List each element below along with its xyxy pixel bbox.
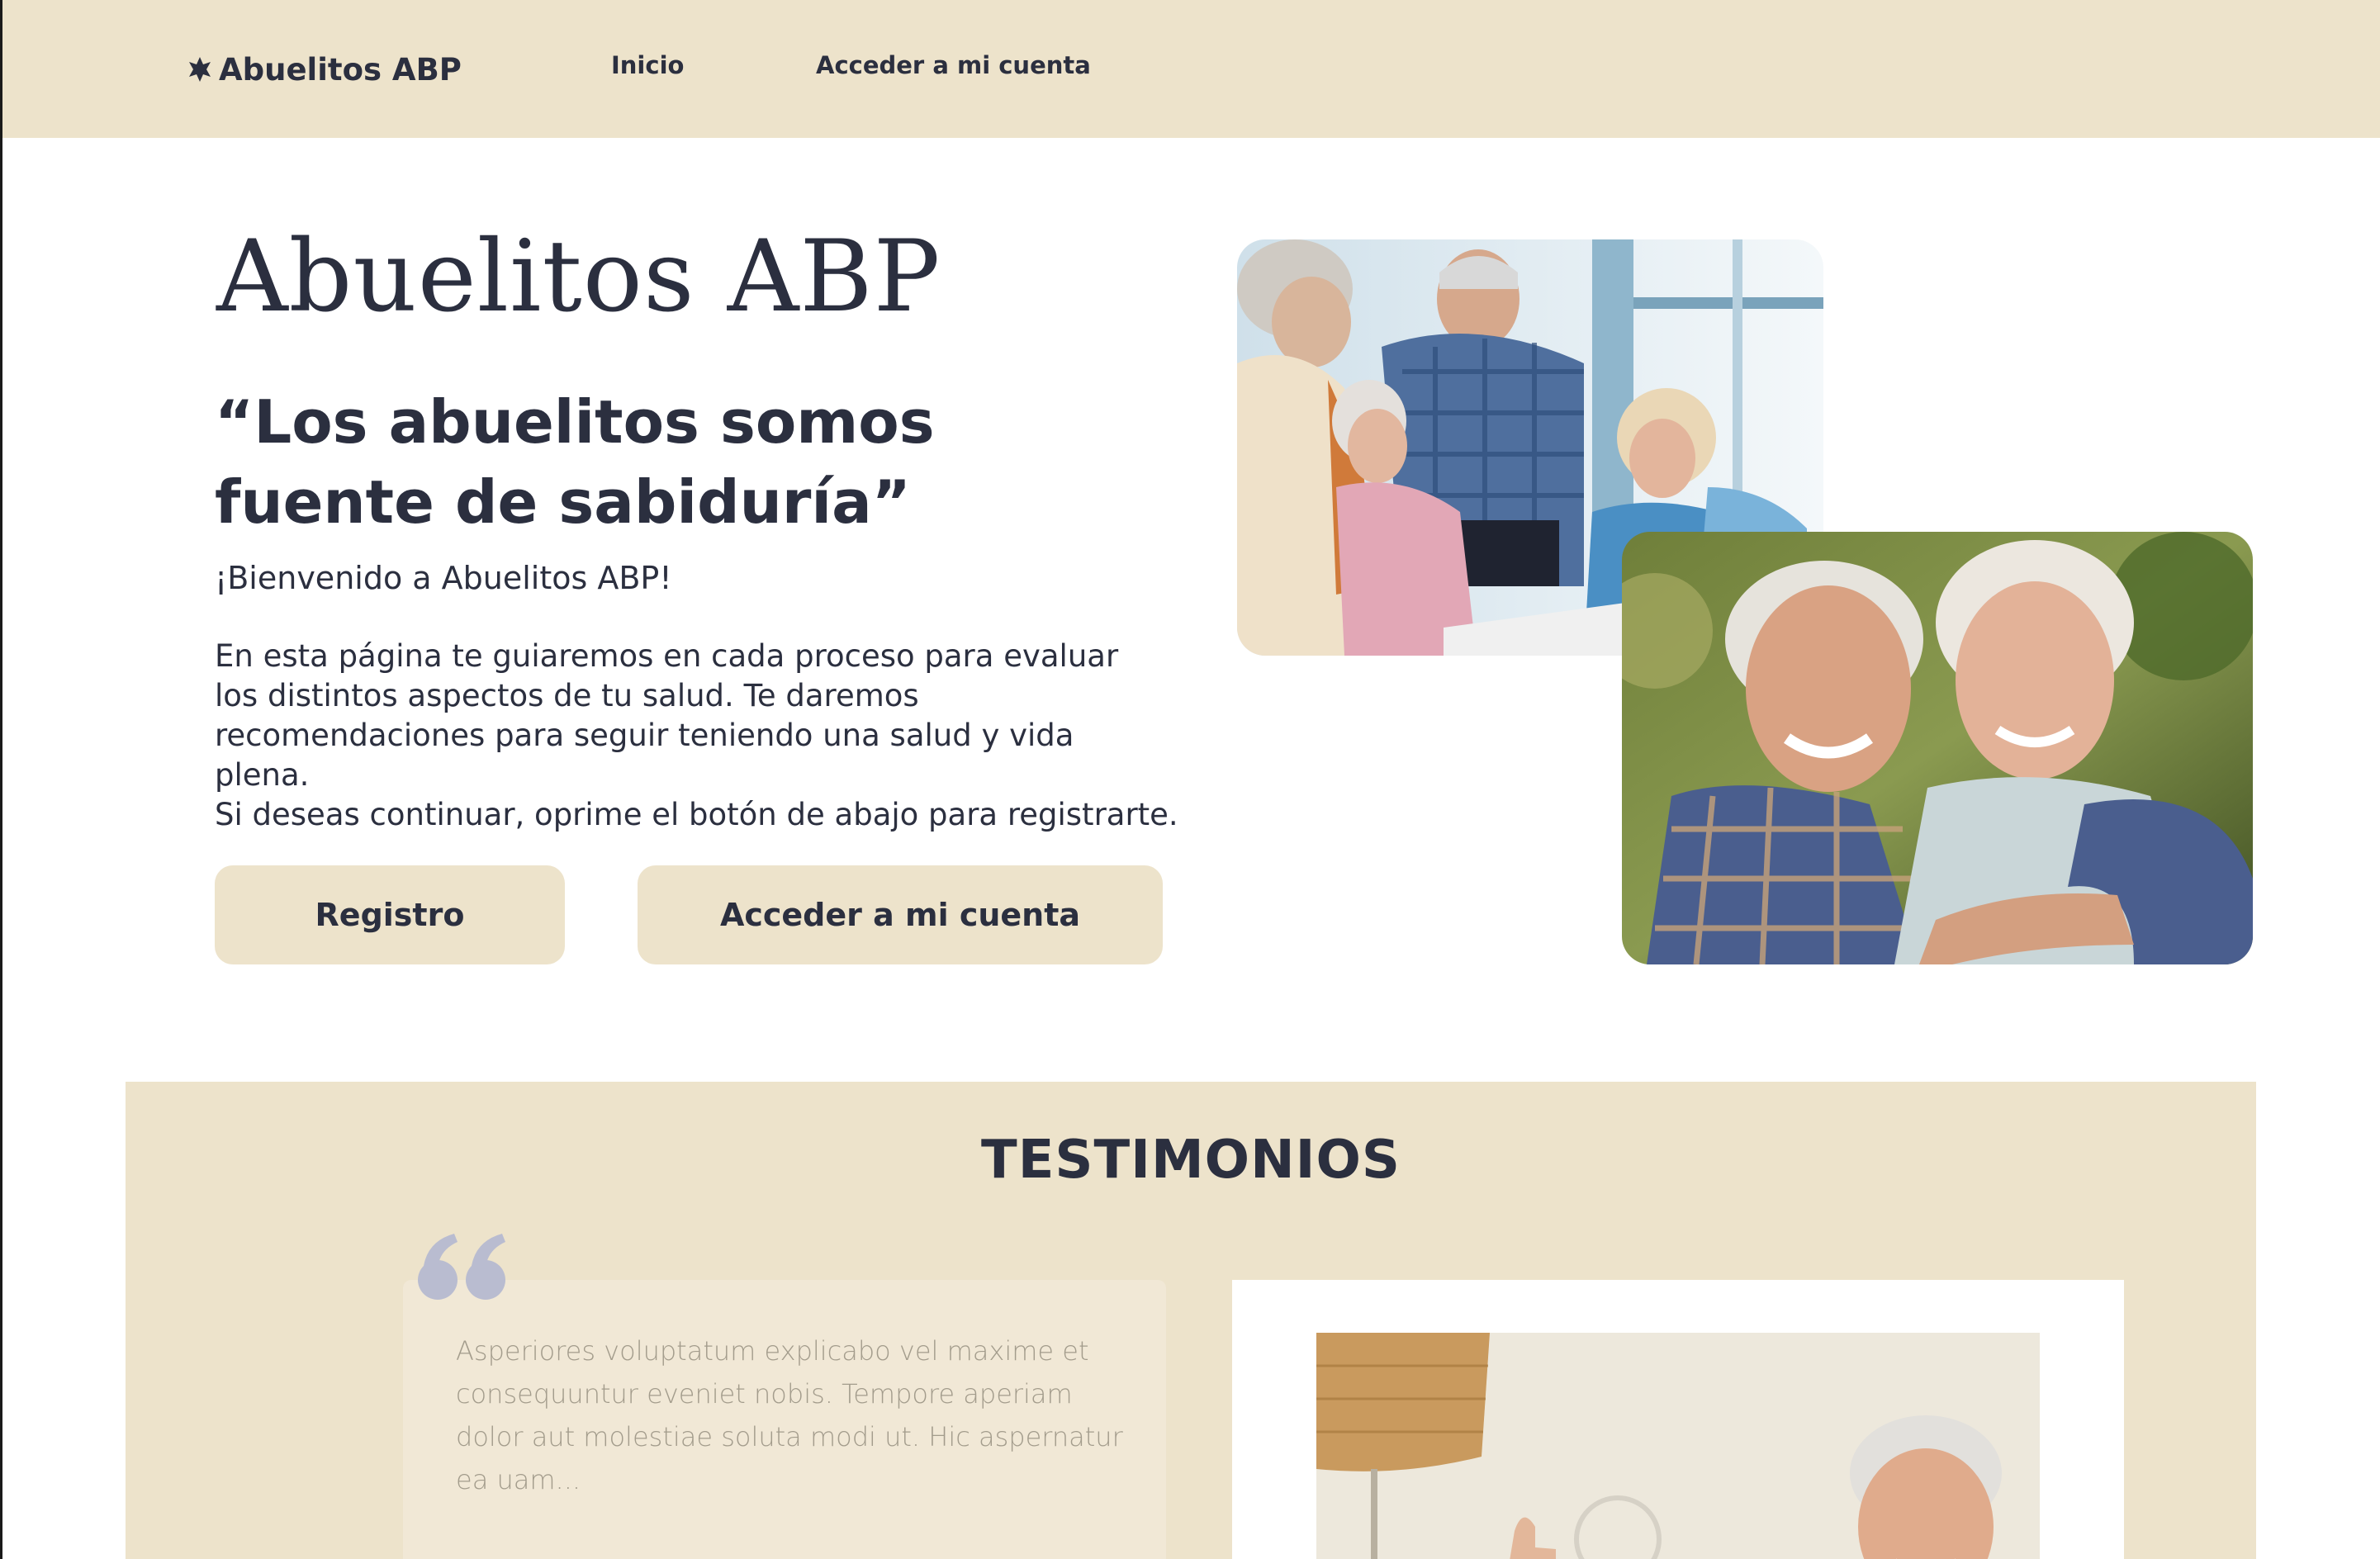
hero-title: Abuelitos ABP [216,220,941,334]
testimonials-section: TESTIMONIOS Asperiores voluptatum explic… [126,1082,2256,1559]
nav-link-account[interactable]: Acceder a mi cuenta [816,51,1091,79]
register-button[interactable]: Registro [215,865,565,964]
testimonial-quote-text: Asperiores voluptatum explicabo vel maxi… [456,1335,1123,1495]
testimonial-photo [1316,1333,2040,1559]
asterisk-icon [186,55,214,83]
welcome-text: ¡Bienvenido a Abuelitos ABP! [215,560,672,596]
testimonials-title: TESTIMONIOS [981,1130,1401,1191]
account-button[interactable]: Acceder a mi cuenta [638,865,1163,964]
testimonial-photo-card [1232,1280,2124,1559]
quote-mark-icon [416,1232,509,1301]
hero-quote: “Los abuelitos somos fuente de sabiduría… [215,387,935,537]
page-left-border [0,0,2,1559]
senior-couple-photo [1622,532,2253,964]
brand-name: Abuelitos ABP [219,51,462,88]
brand-logo[interactable]: Abuelitos ABP [186,48,462,91]
top-navbar: Abuelitos ABP Inicio Acceder a mi cuenta [2,0,2380,138]
intro-paragraph: En esta página te guiaremos en cada proc… [215,638,1119,793]
cta-text: Si deseas continuar, oprime el botón de … [215,797,1178,832]
nav-link-inicio[interactable]: Inicio [611,51,684,79]
